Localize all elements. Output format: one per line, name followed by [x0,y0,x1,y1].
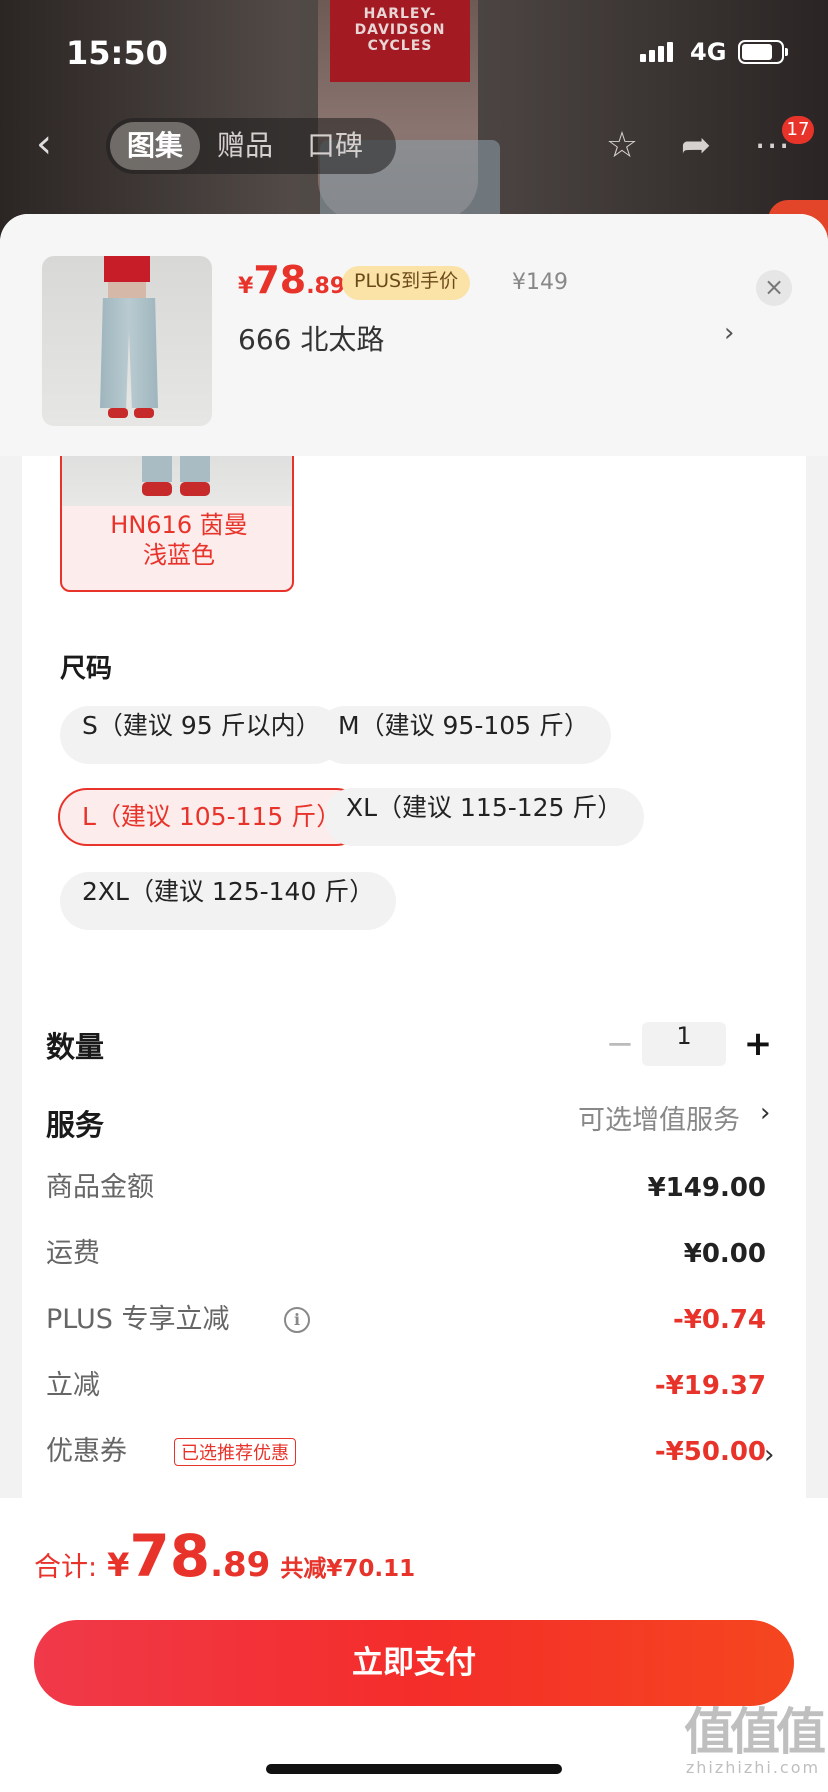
pay-now-button[interactable]: 立即支付 [34,1620,794,1706]
quantity-input[interactable]: 1 [642,1022,726,1066]
summary-row-instant-discount: 立减 -¥19.37 [46,1366,766,1406]
size-option-xl[interactable]: XL（建议 115-125 斤） [324,788,645,846]
summary-row-plus-discount: PLUS 专享立减 i -¥0.74 [46,1300,766,1340]
chevron-right-icon[interactable]: › [760,1098,770,1128]
total-currency: ¥ [107,1546,130,1584]
quantity-label: 数量 [46,1030,105,1064]
summary-value: -¥50.00 [654,1437,766,1467]
selected-variant[interactable]: 666 北太路 [238,318,384,358]
summary-label: 优惠券 [46,1436,127,1467]
tab-reviews[interactable]: 口碑 [290,122,380,170]
status-time: 15:50 [66,34,168,72]
tab-gallery[interactable]: 图集 [110,122,201,170]
product-thumbnail[interactable] [42,256,212,426]
total-label: 合计: [34,1552,98,1583]
watermark-url: zhizhizhi.com [685,1758,821,1777]
color-option-image [62,456,292,506]
home-indicator [266,1764,562,1774]
quantity-plus-button[interactable]: + [738,1022,778,1066]
size-section-label: 尺码 [60,654,113,684]
price-decimal: .89 [306,274,346,299]
summary-value: ¥0.00 [683,1239,766,1269]
color-name-line1: HN616 茵曼 [110,511,248,539]
price-summary-card: 商品金额 ¥149.00 运费 ¥0.00 PLUS 专享立减 i -¥0.74… [22,1140,806,1560]
tab-gifts[interactable]: 赠品 [200,122,290,170]
star-icon[interactable]: ☆ [600,124,644,168]
notification-badge: 17 [782,116,814,144]
signal-icon [640,42,673,62]
status-bar: 15:50 4G [0,0,828,100]
service-value[interactable]: 可选增值服务 [578,1098,740,1137]
total-saved: 共减¥70.11 [280,1556,416,1582]
size-option-m[interactable]: M（建议 95-105 斤） [316,706,612,764]
top-nav: ‹ 图集 赠品 口碑 ☆ ➦ ⋯ 17 [0,110,828,180]
close-icon[interactable]: × [756,270,792,306]
summary-label: 立减 [46,1370,100,1401]
total-price: 合计: ¥ 78 .89 共减¥70.11 [34,1522,415,1590]
price-currency: ¥ [238,274,254,299]
back-icon[interactable]: ‹ [36,122,76,166]
service-label: 服务 [46,1108,105,1142]
total-integer: 78 [129,1522,211,1590]
battery-icon [738,40,788,64]
network-type: 4G [690,38,727,66]
info-icon[interactable]: i [284,1307,310,1333]
size-option-s[interactable]: S（建议 95 斤以内） [60,706,343,764]
color-option-selected[interactable]: HN616 茵曼 浅蓝色 [60,456,294,592]
summary-value: -¥19.37 [654,1371,766,1401]
summary-label: PLUS 专享立减 [46,1304,230,1335]
quantity-minus-button[interactable]: − [600,1024,640,1064]
summary-label: 商品金额 [46,1172,154,1203]
summary-value: -¥0.74 [672,1305,766,1335]
summary-row-shipping: 运费 ¥0.00 [46,1234,766,1274]
media-tabs: 图集 赠品 口碑 [106,118,396,174]
sheet-header: ¥ 78 .89 PLUS到手价 ¥149 666 北太路 › × [0,214,828,456]
chevron-right-icon[interactable]: › [764,1440,774,1470]
plus-price-tag: PLUS到手价 [342,266,471,300]
summary-row-subtotal: 商品金额 ¥149.00 [46,1168,766,1208]
watermark-logo: 值值值 [684,1703,826,1761]
price-integer: 78 [253,258,307,302]
summary-label: 运费 [46,1238,100,1269]
chevron-right-icon[interactable]: › [724,318,734,348]
color-option-name: HN616 茵曼 浅蓝色 [62,510,292,570]
summary-row-coupon[interactable]: 优惠券 已选推荐优惠 -¥50.00 [46,1432,766,1472]
color-name-line2: 浅蓝色 [143,541,215,569]
original-price: ¥149 [512,270,568,295]
total-decimal: .89 [210,1545,271,1585]
watermark: 值值值 zhizhizhi.com [678,1706,828,1777]
sheet-price: ¥ 78 .89 [238,258,345,302]
size-option-l[interactable]: L（建议 105-115 斤） [58,788,366,846]
summary-value: ¥149.00 [647,1173,766,1203]
checkout-footer: 合计: ¥ 78 .89 共减¥70.11 立即支付 值值值 zhizhizhi… [0,1498,828,1792]
share-icon[interactable]: ➦ [674,124,718,168]
size-option-2xl[interactable]: 2XL（建议 125-140 斤） [60,872,397,930]
coupon-tag: 已选推荐优惠 [174,1438,296,1466]
